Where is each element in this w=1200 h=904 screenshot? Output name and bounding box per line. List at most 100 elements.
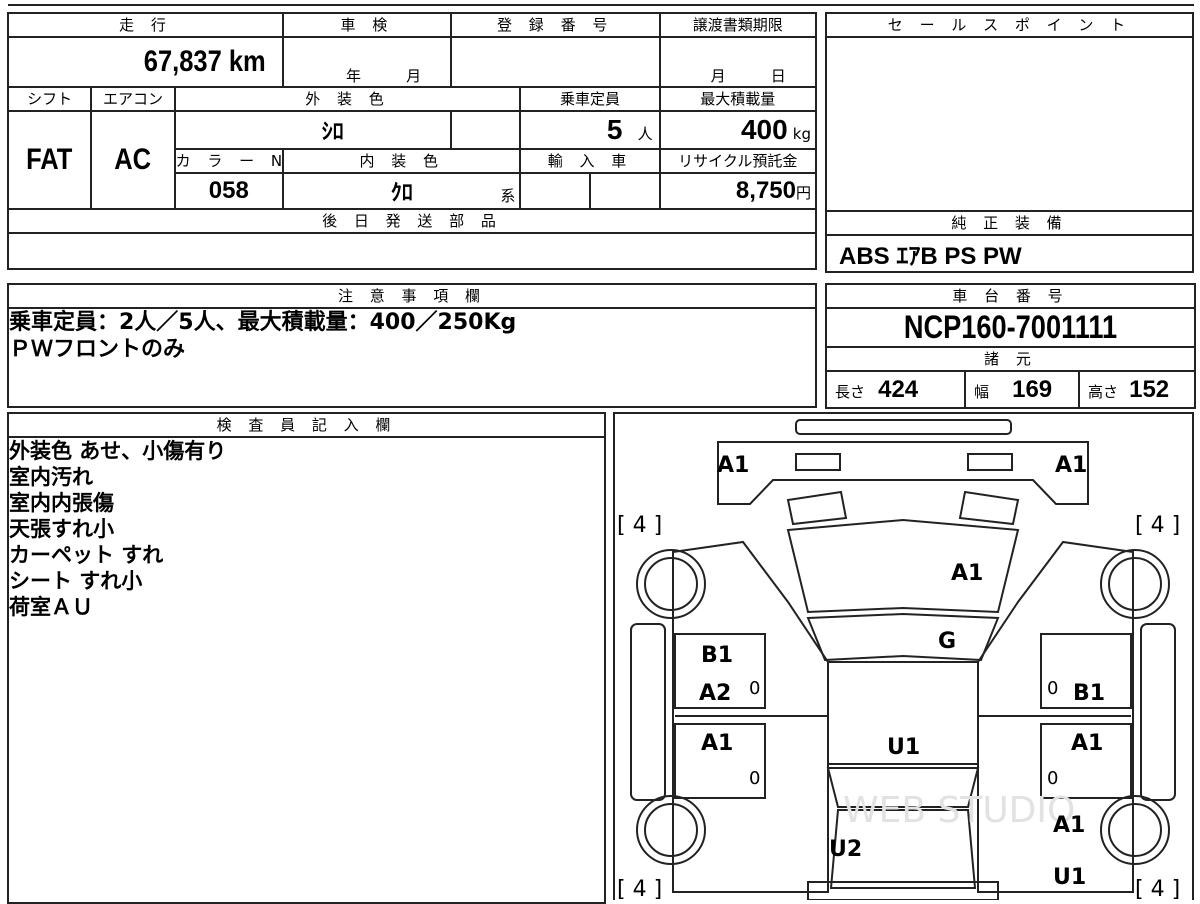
interior-header: 内 装 色 (282, 148, 522, 174)
hood (786, 518, 1020, 614)
capacity-unit: 人 (637, 125, 653, 143)
ac-cell: AC (90, 110, 176, 210)
notes-table: 注 意 事 項 欄 乗車定員：2人／5人、最大積載量：400／250Kg ＰＷフ… (7, 283, 817, 408)
max-load-header: 最大積載量 (658, 86, 818, 112)
genuine-header: 純 正 装 備 (825, 210, 1194, 236)
later-parts-header: 後 日 発 送 部 品 (7, 208, 817, 234)
shift-cell: FAT (6, 110, 93, 210)
width-label: 幅 (974, 382, 990, 401)
tire-front-right: [ 4 ] (1135, 513, 1180, 538)
interior-suffix: 系 (500, 187, 516, 205)
inspection-header: 車 検 (282, 12, 452, 38)
chassis-cell: NCP160-7001111 (825, 307, 1196, 348)
front-bumper (795, 419, 1012, 435)
capacity-value: 5 (606, 114, 623, 145)
shift-header: シフト (6, 86, 93, 112)
rear-bumper (807, 881, 999, 900)
recycle-header: リサイクル預託金 (658, 148, 818, 174)
transfer-header: 譲渡書類期限 (658, 12, 818, 38)
max-load-cell: 400 kg (658, 110, 818, 150)
year-unit: 年 (346, 67, 362, 85)
inspector-line: シート すれ小 (9, 569, 143, 593)
mark-rear-right-2: U1 (1053, 865, 1086, 890)
import-cell-1 (519, 172, 591, 210)
inspector-header: 検 査 員 記 入 欄 (7, 412, 606, 438)
notes-line: ＰＷフロントのみ (9, 337, 186, 362)
sales-point-table: セ ー ル ス ポ イ ン ト 純 正 装 備 ABS ｴｱB PS PW (825, 12, 1194, 273)
left-step (630, 623, 666, 801)
color-no-cell: 058 (173, 172, 285, 210)
mark-windshield: G (938, 629, 956, 654)
inspector-table: 検 査 員 記 入 欄 外装色 あせ、小傷有り 室内汚れ 室内内張傷 天張すれ小… (7, 412, 606, 904)
windshield (806, 612, 1000, 662)
door-zero: 0 (749, 768, 760, 789)
mark-front-left: A1 (717, 453, 749, 478)
tire-rear-right: [ 4 ] (1135, 877, 1180, 900)
specs-header: 諸 元 (825, 346, 1196, 372)
inspection-cell: 年 月 (282, 36, 452, 88)
car-damage-diagram: WEB STUDIO [ 4 ] [ 4 ] [ 4 ] [ 4 ] A1 A1… (613, 412, 1194, 900)
fog-left (786, 490, 848, 526)
headlight-left (795, 453, 841, 471)
notes-line: 乗車定員：2人／5人、最大積載量：400／250Kg (9, 310, 517, 335)
registration-cell (449, 36, 661, 88)
wheel-front-right (1100, 549, 1170, 619)
height-value: 152 (1129, 375, 1170, 403)
inspector-line: カーペット すれ (9, 543, 164, 567)
chassis-number-value: NCP160-7001111 (903, 309, 1118, 345)
wheel-front-left (636, 549, 706, 619)
mileage-value: 67,837 km (143, 45, 266, 78)
max-load-unit: kg (792, 125, 811, 143)
capacity-cell: 5 人 (519, 110, 661, 150)
mileage-header: 走 行 (6, 12, 285, 38)
genuine-equipment-value: ABS ｴｱB PS PW (839, 243, 1022, 270)
color-no-header: カ ラ ー No. (173, 148, 285, 174)
chassis-table: 車 台 番 号 NCP160-7001111 諸 元 長さ 424 幅 169 … (825, 283, 1196, 409)
shift-value: FAT (26, 143, 73, 176)
capacity-header: 乗車定員 (519, 86, 661, 112)
registration-header: 登 録 番 号 (449, 12, 661, 38)
max-load-value: 400 (740, 114, 788, 145)
mark-left-front-door-1: B1 (701, 643, 733, 668)
mark-rear-right-1: A1 (1053, 813, 1085, 838)
top-strip (8, 0, 1194, 6)
sales-cell (825, 36, 1194, 212)
recycle-unit: 円 (795, 184, 811, 202)
exterior-color-value: ｼﾛ (321, 119, 344, 144)
mileage-cell: 67,837 km (6, 36, 285, 88)
exterior-extra-cell (449, 110, 522, 150)
transfer-cell: 月 日 (658, 36, 818, 88)
exterior-color-cell: ｼﾛ (173, 110, 452, 150)
door-zero: 0 (1047, 768, 1058, 789)
ac-value: AC (114, 143, 152, 176)
right-step (1140, 623, 1176, 801)
headlight-right (967, 453, 1013, 471)
mark-hood: A1 (951, 561, 983, 586)
color-no-value: 058 (208, 177, 249, 204)
door-zero: 0 (1047, 678, 1058, 699)
tire-rear-left: [ 4 ] (617, 877, 662, 900)
recycle-cell: 8,750円 (658, 172, 818, 210)
inspector-line: 天張すれ小 (9, 517, 114, 541)
mark-front-right: A1 (1055, 453, 1087, 478)
wheel-rear-left (636, 795, 706, 865)
length-label: 長さ (835, 382, 866, 401)
inspector-line: 室内汚れ (9, 465, 93, 489)
length-cell: 長さ 424 (825, 370, 966, 409)
height-cell: 高さ 152 (1078, 370, 1196, 409)
recycle-fee-value: 8,750 (735, 177, 796, 204)
exterior-header: 外 装 色 (173, 86, 522, 112)
later-parts-cell (7, 232, 817, 270)
inspector-line: 外装色 あせ、小傷有り (9, 439, 227, 463)
month-unit: 月 (406, 67, 422, 85)
watermark-text: WEB STUDIO (843, 790, 1075, 831)
mark-roof: U1 (887, 735, 920, 760)
inspector-line: 荷室ＡＵ (9, 595, 93, 619)
import-header: 輸 入 車 (519, 148, 661, 174)
interior-cell: ｸﾛ 系 (282, 172, 522, 210)
door-zero: 0 (749, 678, 760, 699)
height-label: 高さ (1088, 382, 1119, 401)
import-cell-2 (589, 172, 661, 210)
transfer-month-unit: 月 (710, 67, 726, 85)
mark-right-rear-door: A1 (1071, 731, 1103, 756)
